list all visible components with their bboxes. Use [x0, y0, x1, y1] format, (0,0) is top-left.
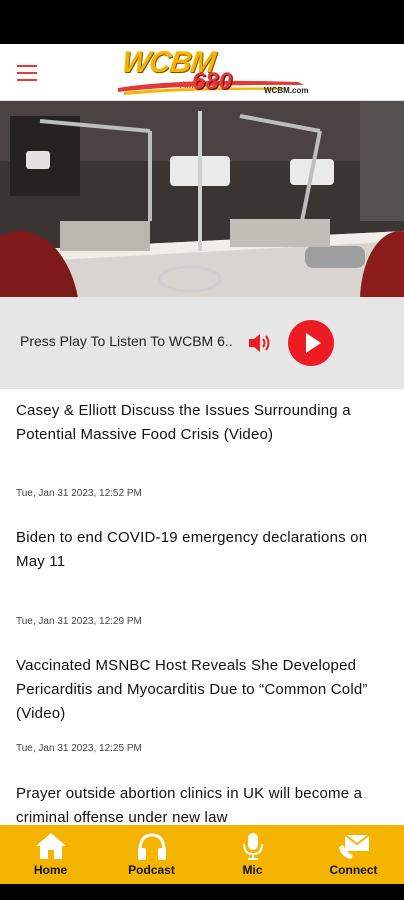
article-item[interactable]: Vaccinated MSNBC Host Reveals She Develo… [16, 654, 388, 726]
article-item[interactable]: Casey & Elliott Discuss the Issues Surro… [16, 399, 388, 447]
news-feed[interactable]: Casey & Elliott Discuss the Issues Surro… [0, 389, 404, 825]
app-header: WCBM AM 680 WCBM.com [0, 44, 404, 101]
article-title[interactable]: Biden to end COVID-19 emergency declarat… [16, 526, 388, 574]
headphones-icon [137, 833, 166, 860]
article-item[interactable]: Prayer outside abortion clinics in UK wi… [16, 782, 388, 825]
studio-hero-image [0, 101, 404, 297]
nav-connect-label: Connect [329, 863, 378, 877]
nav-home[interactable]: Home [0, 825, 101, 884]
status-bar [0, 0, 404, 44]
menu-button[interactable] [14, 60, 40, 84]
menu-icon-line [17, 65, 37, 67]
nav-podcast-label: Podcast [128, 863, 175, 877]
menu-icon-line [17, 72, 37, 74]
nav-home-label: Home [33, 863, 68, 877]
article-title[interactable]: Prayer outside abortion clinics in UK wi… [16, 782, 388, 825]
menu-icon-line [17, 79, 37, 81]
article-title[interactable]: Casey & Elliott Discuss the Issues Surro… [16, 399, 388, 447]
microphone-icon [242, 833, 263, 860]
wcbm-logo: WCBM AM 680 WCBM.com [118, 46, 328, 98]
nav-connect[interactable]: Connect [303, 825, 404, 884]
audio-player: Press Play To Listen To WCBM 6.. [0, 297, 404, 389]
article-item[interactable]: Biden to end COVID-19 emergency declarat… [16, 526, 388, 574]
mail-icon [338, 834, 370, 859]
home-icon [35, 833, 66, 859]
nav-mic-label: Mic [242, 863, 263, 877]
nav-podcast[interactable]: Podcast [101, 825, 202, 884]
logo-frequency: 680 [192, 68, 233, 95]
article-date: Tue, Jan 31 2023, 12:25 PM [16, 743, 142, 754]
article-date: Tue, Jan 31 2023, 12:29 PM [16, 616, 142, 627]
speaker-icon[interactable] [247, 331, 273, 355]
player-prompt: Press Play To Listen To WCBM 6.. [20, 333, 233, 349]
article-title[interactable]: Vaccinated MSNBC Host Reveals She Develo… [16, 654, 388, 726]
nav-mic[interactable]: Mic [202, 825, 303, 884]
play-button[interactable] [288, 320, 334, 366]
bottom-navigation: Home Podcast Mic Connect [0, 825, 404, 884]
logo-site: WCBM.com [264, 86, 309, 95]
play-icon [306, 333, 321, 353]
article-date: Tue, Jan 31 2023, 12:52 PM [16, 488, 142, 499]
system-navigation-bar [0, 884, 404, 900]
studio-photo-icon [0, 101, 404, 297]
